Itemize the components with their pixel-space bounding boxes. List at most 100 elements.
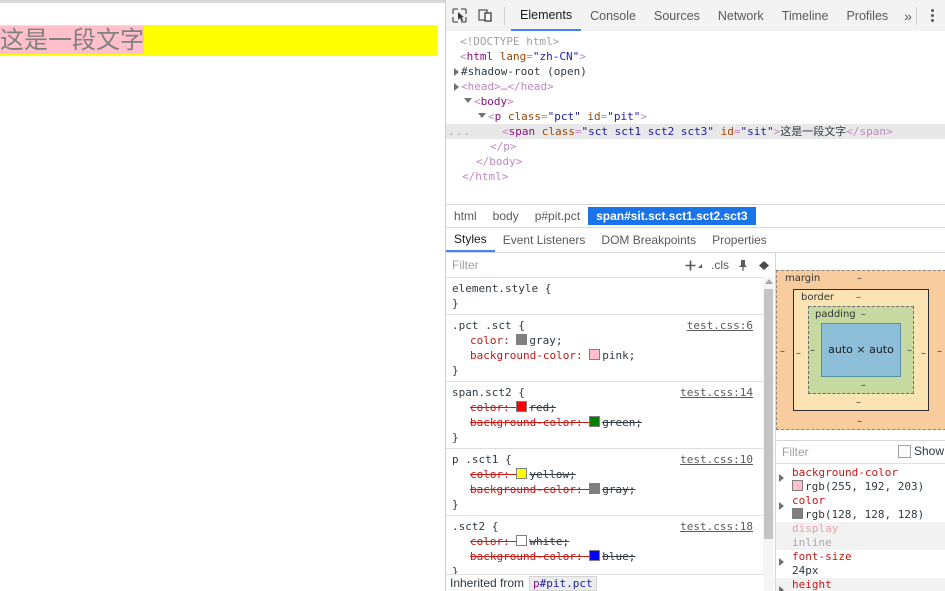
kebab-menu-icon[interactable] [923,4,941,28]
margin-left-value[interactable]: – [780,346,785,357]
box-model-content[interactable]: auto × auto [821,322,901,377]
device-toolbar-icon[interactable] [472,4,498,28]
dom-line-body-close[interactable]: </body> [446,154,945,169]
declaration-color[interactable]: color: yellow; [452,467,771,482]
margin-bottom-value[interactable]: – [857,416,862,427]
dom-line-body-open[interactable]: <body> [446,94,945,109]
pin-icon[interactable] [737,259,749,272]
expand-triangle-icon[interactable] [779,586,784,591]
padding-left-value[interactable]: – [810,345,815,356]
margin-right-value[interactable]: – [937,346,942,357]
padding-label: padding [815,308,856,320]
color-swatch[interactable] [589,483,601,494]
tab-network[interactable]: Network [709,0,773,31]
declaration-color[interactable]: color: gray; [452,333,771,348]
padding-right-value[interactable]: – [907,345,912,356]
tag-span: span [508,125,536,138]
plus-icon[interactable] [684,259,703,272]
padding-bottom-value[interactable]: – [861,380,866,391]
tab-properties[interactable]: Properties [704,228,775,252]
box-model-border[interactable]: border – – – – padding – – – – auto × au… [793,288,929,411]
inherited-source-chip[interactable]: p#pit.pct [529,575,597,591]
dom-line-p-close[interactable]: </p> [446,139,945,154]
inspect-element-icon[interactable] [446,4,472,28]
styles-filter-input[interactable]: Filter [446,258,479,272]
dom-line-html-close[interactable]: </html> [446,169,945,184]
breadcrumb-item-p[interactable]: p#pit.pct [527,207,588,225]
style-source-link[interactable]: test.css:14 [680,385,753,400]
css-rule-span-sct2[interactable]: span.sct2 { test.css:14 color: red; back… [446,382,775,449]
css-rule-sct2[interactable]: .sct2 { test.css:18 color: white; backgr… [446,516,775,583]
color-swatch[interactable] [516,535,528,546]
declaration-background-color[interactable]: background-color: pink; [452,348,771,363]
computed-prop-color[interactable]: color rgb(128, 128, 128) [776,494,945,522]
expand-triangle-icon[interactable] [454,68,459,76]
color-swatch[interactable] [516,334,528,345]
breadcrumb-item-span[interactable]: span#sit.sct.sct1.sct2.sct3 [588,207,756,225]
computed-prop-height[interactable]: height [776,578,945,591]
border-right-value[interactable]: – [921,348,926,359]
tab-event-listeners[interactable]: Event Listeners [495,228,594,252]
color-swatch[interactable] [792,480,803,491]
color-swatch[interactable] [589,416,601,427]
padding-top-value[interactable]: – [861,309,866,320]
css-rule-p-sct1[interactable]: p .sct1 { test.css:10 color: yellow; bac… [446,449,775,516]
declaration-background-color[interactable]: background-color: blue; [452,549,771,564]
dom-line-p-open[interactable]: <p class="pct" id="pit"> [446,109,945,124]
style-source-link[interactable]: test.css:18 [680,519,753,534]
expand-triangle-icon[interactable] [779,558,784,566]
tab-dom-breakpoints[interactable]: DOM Breakpoints [593,228,704,252]
border-bottom-value[interactable]: – [856,397,861,408]
styles-scrollbar[interactable] [763,277,774,591]
dom-line-head[interactable]: <head>…</head> [446,79,945,94]
computed-prop-font-size[interactable]: font-size 24px [776,550,945,578]
tab-elements[interactable]: Elements [511,0,582,31]
style-source-link[interactable]: test.css:10 [680,452,753,467]
breadcrumb-item-html[interactable]: html [446,207,485,225]
margin-top-value[interactable]: – [857,273,862,284]
declaration-color[interactable]: color: white; [452,534,771,549]
scrollbar-thumb[interactable] [764,289,773,539]
computed-filter-bar: Filter Show [776,440,945,464]
dom-line-span-selected[interactable]: ... <span class="sct sct1 sct2 sct3" id="… [446,124,945,139]
cls-toggle-button[interactable]: .cls [711,258,729,272]
dom-line-html-open[interactable]: <html lang="zh-CN"> [446,49,945,64]
expand-triangle-icon[interactable] [779,474,784,482]
computed-prop-background-color[interactable]: background-color rgb(255, 192, 203) [776,466,945,494]
computed-filter-input[interactable]: Filter [776,445,809,459]
doctype-text: <!DOCTYPE html> [460,35,560,48]
tab-console[interactable]: Console [581,0,645,31]
border-top-value[interactable]: – [856,292,861,303]
color-swatch[interactable] [589,349,601,360]
breadcrumb-item-body[interactable]: body [485,207,527,225]
show-all-checkbox[interactable] [897,444,911,458]
color-swatch[interactable] [792,508,803,519]
layers-icon[interactable] [757,259,771,272]
box-model-margin[interactable]: margin – – – – border – – – – padding – [776,269,945,430]
style-source-link[interactable]: test.css:6 [687,318,753,333]
css-rule-element-style[interactable]: element.style { } [446,278,775,315]
color-swatch[interactable] [516,401,528,412]
expand-triangle-icon[interactable] [454,83,459,91]
box-model-padding[interactable]: padding – – – – auto × auto [808,305,914,394]
expand-triangle-icon[interactable] [779,502,784,510]
dom-line-shadow-root[interactable]: #shadow-root (open) [446,64,945,79]
css-rule-pct-sct[interactable]: .pct .sct { test.css:6 color: gray; back… [446,315,775,382]
declaration-background-color[interactable]: background-color: green; [452,415,771,430]
color-swatch[interactable] [516,468,528,479]
collapse-triangle-icon[interactable] [464,97,472,107]
dom-line-doctype[interactable]: <!DOCTYPE html> [446,34,945,49]
color-swatch[interactable] [589,550,601,561]
show-all-toggle[interactable]: Show [897,444,944,458]
tab-styles[interactable]: Styles [446,228,495,252]
toolbar-right-group [910,0,945,31]
tab-timeline[interactable]: Timeline [773,0,838,31]
border-left-value[interactable]: – [796,348,801,359]
declaration-color[interactable]: color: red; [452,400,771,415]
computed-prop-display[interactable]: display inline [776,522,945,550]
scroll-up-arrow-icon[interactable] [765,279,773,284]
tab-sources[interactable]: Sources [645,0,709,31]
tab-profiles[interactable]: Profiles [837,0,897,31]
declaration-background-color[interactable]: background-color: gray; [452,482,771,497]
collapse-triangle-icon[interactable] [478,112,486,122]
